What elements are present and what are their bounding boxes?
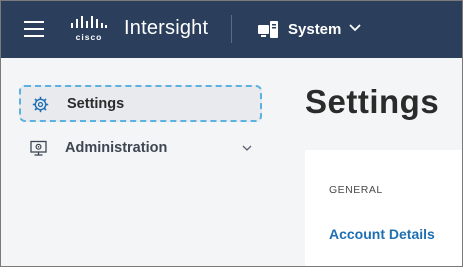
chevron-down-icon[interactable]: [242, 145, 252, 152]
section-heading: GENERAL: [329, 184, 383, 196]
sidebar: Settings Administration: [1, 58, 282, 266]
gear-icon: [32, 96, 49, 113]
top-bar: cisco Intersight System: [1, 1, 462, 58]
monitor-gear-icon: [30, 140, 47, 156]
server-icon: [258, 21, 278, 38]
chevron-down-icon: [349, 24, 361, 32]
logo-wordmark: cisco: [75, 32, 103, 42]
scope-label: System: [288, 21, 342, 38]
cisco-bars-icon: [71, 16, 107, 28]
header-divider: [231, 15, 232, 43]
menu-icon[interactable]: [24, 21, 44, 38]
page-title: Settings: [305, 83, 440, 120]
account-details-link[interactable]: Account Details: [329, 226, 435, 242]
sidebar-item-administration[interactable]: Administration: [19, 130, 262, 167]
app-window: cisco Intersight System Settings Adminis…: [0, 0, 463, 267]
cisco-logo[interactable]: cisco: [70, 16, 108, 44]
sidebar-item-settings[interactable]: Settings: [19, 85, 262, 122]
sidebar-item-label: Administration: [65, 140, 168, 156]
sidebar-item-label: Settings: [67, 96, 125, 112]
app-name: Intersight: [124, 17, 209, 39]
settings-card: GENERAL Account Details: [305, 150, 462, 266]
